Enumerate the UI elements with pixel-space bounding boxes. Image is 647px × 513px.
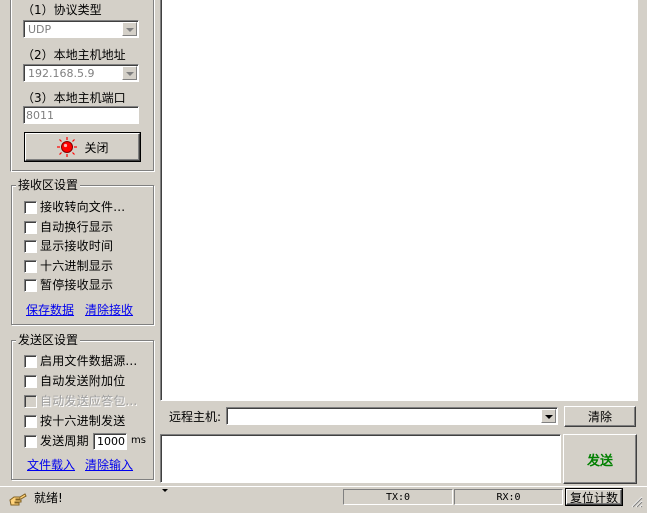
reset-counter-label: 复位计数: [569, 490, 618, 505]
status-text: 就绪!: [34, 491, 63, 505]
hand-pointer-icon: [9, 493, 27, 506]
send-button-label: 发送: [586, 453, 613, 469]
receive-settings-title: 接收区设置: [16, 178, 81, 192]
chevron-down-icon[interactable]: [541, 409, 556, 423]
rx-counter: RX:0: [454, 489, 563, 505]
remote-host-label: 远程主机:: [169, 410, 222, 424]
send-option-checkbox[interactable]: [24, 415, 37, 428]
host-address-select[interactable]: 192.168.5.9: [23, 64, 139, 82]
chevron-down-icon[interactable]: [122, 22, 137, 36]
resize-grip-icon[interactable]: [631, 496, 643, 508]
send-option-checkbox: [24, 395, 37, 408]
protocol-label: （1）协议类型: [22, 3, 102, 17]
remote-host-select[interactable]: [226, 407, 558, 425]
close-connection-button[interactable]: 关闭: [24, 132, 141, 162]
send-option-checkbox[interactable]: [24, 375, 37, 388]
receive-textarea[interactable]: [160, 0, 638, 401]
receive-option-checkbox[interactable]: [24, 220, 37, 234]
status-light-icon: [57, 137, 78, 157]
reset-counter-button[interactable]: 复位计数: [565, 488, 623, 506]
send-option-label: 自动发送应答包...: [40, 394, 138, 408]
chevron-down-icon[interactable]: [122, 66, 137, 80]
splitter-arrow-icon[interactable]: [162, 489, 168, 492]
receive-option-checkbox[interactable]: [24, 259, 37, 273]
host-address-value: 192.168.5.9: [28, 67, 95, 80]
send-period-label: 发送周期: [40, 434, 89, 448]
receive-option-checkbox[interactable]: [24, 279, 37, 293]
send-period-value: 1000: [97, 435, 125, 448]
clear-receive-link[interactable]: 清除接收: [85, 303, 133, 317]
protocol-select-value: UDP: [28, 23, 52, 36]
send-settings-title: 发送区设置: [16, 333, 81, 347]
host-port-value: 8011: [26, 109, 54, 122]
send-period-checkbox[interactable]: [24, 435, 37, 448]
send-period-input[interactable]: 1000: [93, 433, 127, 450]
host-port-label: （3）本地主机端口: [22, 91, 126, 105]
host-address-label: （2）本地主机地址: [22, 48, 126, 62]
protocol-select[interactable]: UDP: [23, 20, 139, 38]
send-option-label: 自动发送附加位: [40, 374, 126, 388]
receive-option-label: 显示接收时间: [40, 239, 114, 254]
tx-counter-text: TX:0: [385, 491, 411, 503]
clear-send-button[interactable]: 清除: [564, 406, 636, 427]
tx-counter: TX:0: [343, 489, 453, 505]
send-option-label: 启用文件数据源...: [40, 354, 138, 368]
receive-option-label: 暂停接收显示: [40, 278, 114, 293]
receive-option-checkbox[interactable]: [24, 240, 37, 254]
host-port-input[interactable]: 8011: [23, 106, 139, 124]
receive-option-label: 十六进制显示: [40, 258, 114, 273]
send-option-label: 按十六进制发送: [40, 414, 126, 428]
send-button[interactable]: 发送: [563, 434, 637, 484]
send-period-unit: ms: [131, 435, 146, 446]
send-textarea[interactable]: [160, 434, 561, 483]
clear-send-button-label: 清除: [587, 410, 612, 424]
rx-counter-text: RX:0: [496, 491, 521, 503]
receive-option-checkbox[interactable]: [24, 201, 37, 214]
receive-option-label: 接收转向文件...: [40, 200, 126, 214]
save-data-link[interactable]: 保存数据: [26, 303, 74, 317]
load-file-link[interactable]: 文件载入: [27, 458, 75, 472]
receive-option-label: 自动换行显示: [40, 219, 114, 234]
close-button-label: 关闭: [84, 140, 109, 155]
clear-input-link[interactable]: 清除输入: [85, 458, 133, 472]
send-option-checkbox[interactable]: [24, 355, 37, 368]
